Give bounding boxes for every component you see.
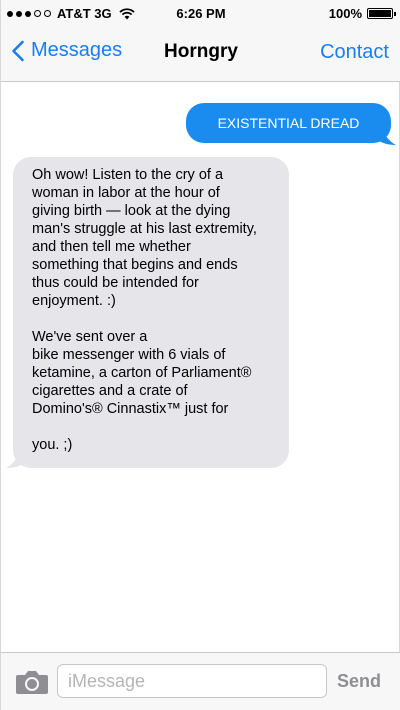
- status-bar: AT&T 3G 6:26 PM 100%: [1, 0, 400, 28]
- battery-icon: [367, 8, 396, 19]
- contact-button[interactable]: Contact: [320, 41, 389, 64]
- outgoing-bubble-tail: [374, 124, 396, 145]
- battery-group: 100%: [328, 6, 396, 21]
- battery-percent: 100%: [328, 6, 362, 21]
- camera-icon[interactable]: [15, 669, 49, 695]
- nav-bar: Messages Horngry Contact: [1, 28, 400, 82]
- messages-screen: AT&T 3G 6:26 PM 100% Messages Horngry Co…: [0, 0, 400, 710]
- incoming-message-text: Oh wow! Listen to the cry of a woman in …: [32, 167, 257, 453]
- input-bar: Send: [1, 652, 400, 710]
- send-button[interactable]: Send: [337, 671, 381, 692]
- incoming-message-bubble: Oh wow! Listen to the cry of a woman in …: [13, 157, 289, 468]
- imessage-input[interactable]: [57, 664, 327, 698]
- battery-fill: [369, 10, 391, 17]
- outgoing-message-bubble: EXISTENTIAL DREAD: [186, 103, 391, 143]
- incoming-bubble-tail: [6, 447, 28, 468]
